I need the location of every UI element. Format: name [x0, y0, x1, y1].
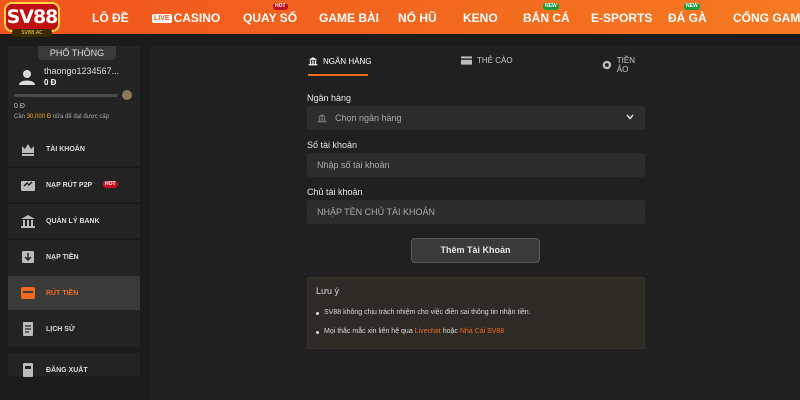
nav-casino-label: CASINO — [173, 11, 221, 25]
nav-keno[interactable]: KENO — [463, 11, 498, 25]
note-line-2-prefix: Mọi thắc mắc xin liên hệ qua — [324, 328, 415, 335]
level-note: Cần 30,000 Đ nữa để đạt được cấp — [14, 114, 109, 120]
nav-quay-so[interactable]: QUAY SỐ — [243, 11, 297, 25]
bank-icon — [21, 215, 35, 228]
menu-item-label: QUẢN LÝ BANK — [46, 217, 100, 225]
menu-item-dang-xuat[interactable]: ĐĂNG XUẤT — [8, 353, 140, 387]
menu-item-tai-khoan[interactable]: TÀI KHOẢN — [8, 132, 140, 166]
chevron-down-icon — [626, 114, 634, 120]
tab-label: NGÂN HÀNG — [323, 56, 372, 66]
tab-label: TIỀN ẢO — [616, 56, 635, 74]
account-number-input[interactable]: Nhập số tài khoản — [307, 153, 645, 177]
note-line-2: Mọi thắc mắc xin liên hệ qua Livechat ho… — [324, 328, 504, 335]
menu-item-nap-rut-p2p[interactable]: NẠP RÚT P2P HOT — [8, 168, 140, 202]
note-line-1: SV88 không chịu trách nhiệm cho việc điề… — [324, 309, 531, 316]
level-note-amount: 30,000 Đ — [26, 114, 52, 120]
tab-the-cao[interactable]: THẺ CÀO — [461, 56, 513, 65]
tab-label: THẺ CÀO — [477, 56, 513, 65]
note-title: Lưu ý — [316, 286, 340, 296]
nav-cong-games[interactable]: CỔNG GAMES — [733, 11, 800, 25]
nav-lo-de[interactable]: LÔ ĐỀ — [92, 11, 129, 25]
bank-select[interactable]: Chọn ngân hàng — [307, 106, 645, 130]
exchange-icon — [21, 181, 35, 191]
menu-item-rut-tien[interactable]: RÚT TIỀN — [8, 276, 140, 310]
account-sidebar: PHỔ THÔNG thaongo1234567... 0 Đ 0 Đ Cần … — [8, 46, 140, 377]
menu-item-quan-ly-bank[interactable]: QUẢN LÝ BANK — [8, 204, 140, 238]
logout-icon — [23, 363, 33, 377]
bank-icon — [317, 114, 327, 123]
main-nav: LÔ ĐỀ LIVE CASINO QUAY SỐ HOT GAME BÀI NỔ… — [70, 0, 800, 34]
user-icon — [19, 70, 35, 85]
nav-da-ga[interactable]: ĐÁ GÀ — [668, 11, 707, 25]
history-icon — [23, 322, 33, 336]
nav-casino[interactable]: LIVE CASINO — [152, 11, 220, 25]
username: thaongo1234567... — [44, 66, 120, 76]
menu-item-label: LỊCH SỬ — [46, 325, 75, 333]
logo-text: SV88 — [4, 2, 60, 32]
menu-item-label: TÀI KHOẢN — [46, 145, 85, 153]
crown-icon — [22, 144, 34, 156]
account-owner-input[interactable]: NHẬP TÊN CHỦ TÀI KHOẢN — [307, 200, 645, 224]
hot-badge: HOT — [103, 181, 118, 188]
live-badge: LIVE — [152, 14, 172, 23]
add-account-button[interactable]: Thêm Tài Khoản — [411, 238, 540, 263]
bank-label: Ngân hàng — [307, 93, 352, 103]
new-badge: NEW — [543, 3, 559, 10]
logo-subtext: SV88.AC — [12, 29, 52, 37]
nav-ban-ca[interactable]: BẮN CÁ — [523, 11, 570, 25]
nav-no-hu[interactable]: NỔ HŨ — [398, 11, 437, 25]
rank-badge: PHỔ THÔNG — [38, 46, 116, 60]
level-progress-bar — [14, 94, 118, 97]
menu-item-label: RÚT TIỀN — [46, 289, 79, 297]
sv88-link[interactable]: Nhà Cái SV88 — [460, 328, 504, 335]
menu-item-label: NẠP TIỀN — [46, 253, 79, 261]
nav-game-bai[interactable]: GAME BÀI — [319, 11, 379, 25]
progress-value: 0 Đ — [14, 103, 25, 110]
bank-select-placeholder: Chọn ngân hàng — [335, 113, 402, 123]
livechat-link[interactable]: Livechat — [415, 328, 441, 335]
logo[interactable]: SV88 SV88.AC — [4, 2, 60, 40]
note-line-2-mid: hoặc — [440, 328, 460, 335]
level-note-prefix: Cần — [14, 114, 27, 120]
menu-item-label: NẠP RÚT P2P — [46, 181, 93, 189]
menu-item-nap-tien[interactable]: NẠP TIỀN — [8, 240, 140, 274]
bullet — [316, 312, 319, 315]
hot-badge: HOT — [273, 3, 288, 10]
bank-icon — [308, 57, 318, 66]
next-level-icon — [122, 90, 132, 100]
menu-item-label: ĐĂNG XUẤT — [46, 366, 88, 374]
user-balance: 0 Đ — [44, 78, 57, 87]
coin-icon — [602, 60, 612, 70]
active-tab-indicator — [308, 74, 368, 76]
top-navbar: SV88 SV88.AC LÔ ĐỀ LIVE CASINO QUAY SỐ HO… — [0, 0, 800, 37]
deposit-icon — [22, 251, 34, 263]
menu-item-lich-su[interactable]: LỊCH SỬ — [8, 312, 140, 346]
account-owner-label: Chủ tài khoản — [307, 187, 363, 197]
level-note-suffix: nữa để đạt được cấp — [51, 114, 110, 120]
tab-ngan-hang[interactable]: NGÂN HÀNG — [308, 56, 371, 66]
tab-tien-ao[interactable]: TIỀN ẢO — [602, 56, 648, 74]
note-box: Lưu ý SV88 không chịu trách nhiệm cho vi… — [307, 277, 645, 349]
withdraw-icon — [21, 287, 35, 299]
account-number-label: Số tài khoản — [307, 140, 358, 150]
bullet — [316, 331, 319, 334]
withdraw-panel: NGÂN HÀNG THẺ CÀO TIỀN ẢO Ngân hàng Chọn… — [150, 46, 800, 400]
nav-e-sports[interactable]: E-SPORTS — [591, 11, 652, 25]
card-icon — [461, 56, 472, 65]
new-badge: NEW — [684, 3, 700, 10]
withdraw-tabs: NGÂN HÀNG THẺ CÀO TIỀN ẢO — [308, 56, 648, 74]
